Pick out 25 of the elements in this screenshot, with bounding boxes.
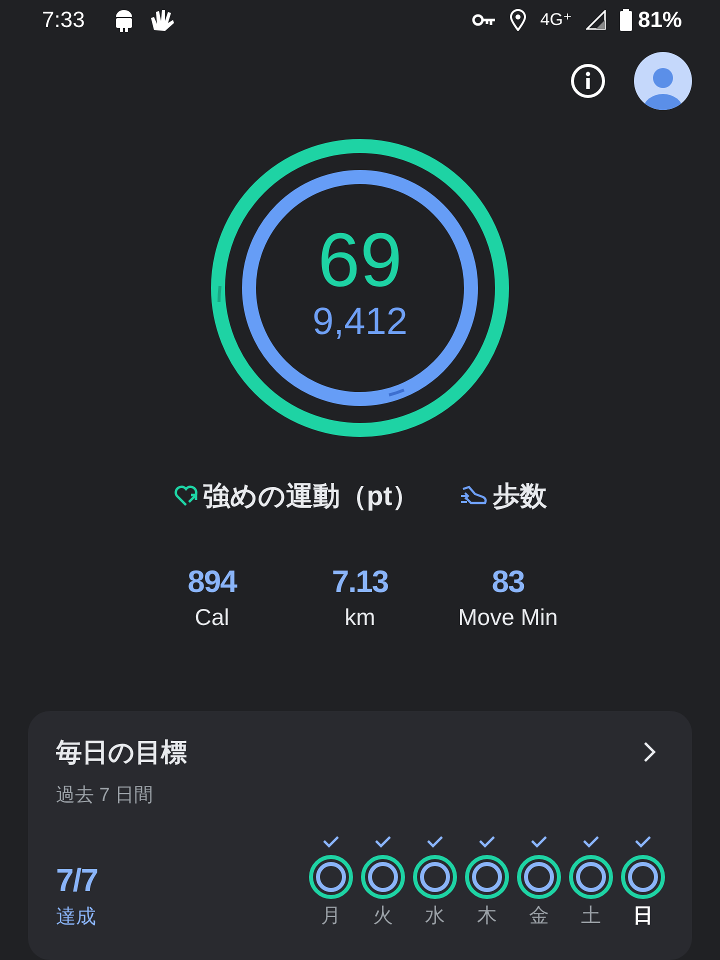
- goals-achieved-value: 7/7: [56, 862, 98, 899]
- day-label: 火: [373, 904, 393, 929]
- network-type: 4G⁺: [540, 10, 572, 30]
- battery-percent: 81%: [638, 6, 682, 33]
- status-time: 7:33: [42, 6, 85, 33]
- steps-value: 9,412: [312, 300, 408, 343]
- card-subtitle: 過去 7 日間: [56, 784, 154, 808]
- day-label: 木: [477, 904, 497, 929]
- stat-value: 83: [492, 564, 524, 600]
- stat-value: 894: [188, 564, 236, 600]
- daily-goals-card[interactable]: 毎日の目標 過去 7 日間 7/7 達成 月 火 水 木 金 土 日: [28, 710, 692, 960]
- heart-points-value: 69: [318, 220, 402, 301]
- card-title: 毎日の目標: [56, 736, 187, 769]
- legend-label: 歩数: [493, 480, 548, 513]
- day-label: 土: [581, 904, 601, 929]
- day-label: 水: [425, 904, 445, 929]
- goals-achieved-label: 達成: [56, 904, 97, 930]
- stat-label: Move Min: [458, 604, 558, 631]
- stat-label: Cal: [194, 604, 230, 631]
- legend-label: 強めの運動（pt）: [202, 480, 420, 513]
- day-label: 日: [633, 904, 653, 929]
- stat-value: 7.13: [332, 564, 388, 600]
- stat-label: km: [344, 604, 376, 631]
- day-label: 金: [529, 904, 549, 929]
- day-label: 月: [321, 904, 341, 929]
